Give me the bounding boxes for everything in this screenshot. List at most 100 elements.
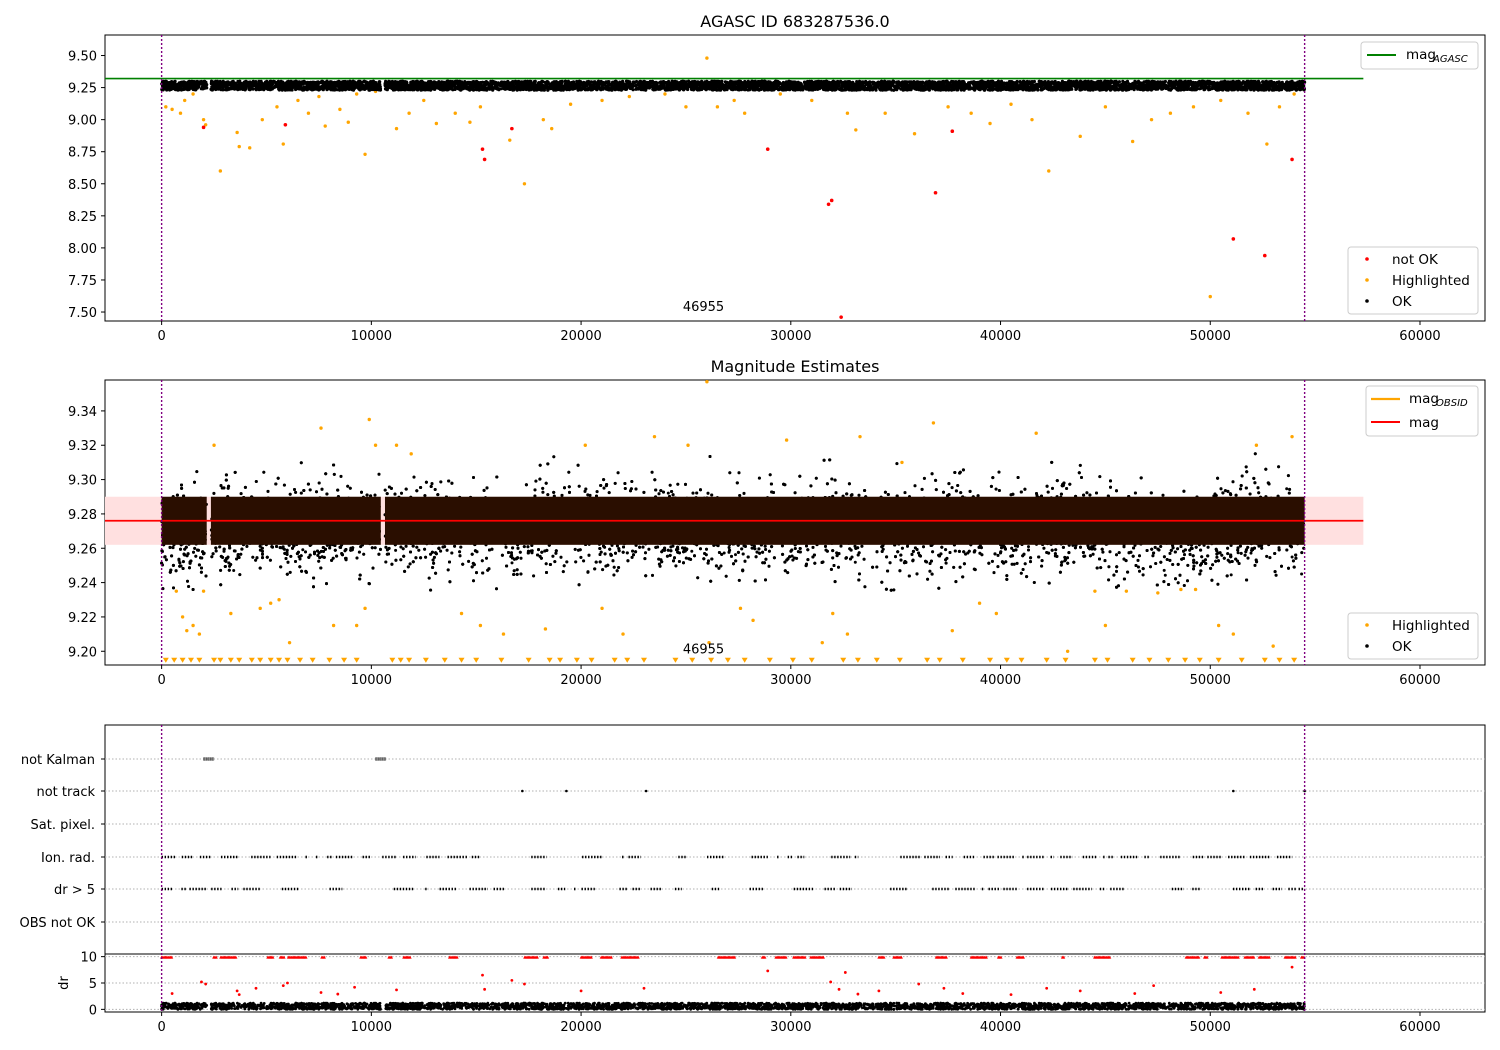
highlighted-point — [1103, 105, 1108, 109]
ok-point — [391, 88, 395, 92]
ok-point — [860, 86, 864, 90]
highlighted-point — [394, 126, 399, 131]
highlighted-point — [705, 56, 709, 60]
highlighted-point — [275, 105, 279, 109]
highlighted-point — [732, 98, 736, 103]
ok-point — [1117, 80, 1121, 84]
ok-point — [1179, 79, 1183, 83]
highlighted-point — [778, 92, 783, 96]
highlighted-point — [600, 98, 604, 103]
highlighted-point — [854, 128, 858, 132]
highlighted-point — [317, 94, 321, 99]
ok-point — [1220, 88, 1224, 92]
highlighted-point — [338, 107, 342, 112]
ok-point — [563, 79, 567, 83]
ok-point — [1032, 79, 1036, 84]
highlighted-point — [296, 98, 300, 103]
agasc-panel-marks — [105, 35, 1364, 321]
highlighted-point — [1265, 142, 1269, 146]
ok-point — [247, 87, 251, 91]
highlighted-point — [1208, 294, 1212, 299]
ok-point — [1076, 84, 1080, 88]
ok-point — [231, 79, 235, 83]
highlighted-point — [407, 111, 411, 115]
highlighted-point — [1292, 92, 1296, 96]
highlighted-point — [306, 111, 311, 115]
highlighted-point — [912, 132, 917, 136]
highlighted-point — [164, 105, 168, 109]
highlighted-point — [1078, 134, 1082, 139]
highlighted-point — [1030, 117, 1034, 122]
ok-point — [1067, 87, 1071, 91]
highlighted-point — [235, 130, 239, 135]
ok-point — [182, 87, 186, 91]
ok-point — [1042, 86, 1046, 91]
highlighted-point — [541, 117, 546, 122]
ok-point — [364, 85, 368, 89]
ok-point — [1189, 87, 1193, 91]
ok-point — [675, 80, 679, 84]
ok-point — [596, 79, 601, 83]
highlighted-point — [170, 107, 174, 112]
figure: AGASC ID 683287536.0 0 10000 20000 30000 400… — [20, 12, 1486, 1035]
highlighted-point — [453, 111, 457, 115]
highlighted-point — [684, 105, 688, 109]
ok-point — [231, 82, 235, 86]
highlighted-point — [178, 111, 183, 115]
highlighted-point — [810, 98, 814, 103]
highlighted-point — [182, 98, 187, 103]
ok-point — [1199, 84, 1203, 88]
highlighted-point — [1246, 111, 1250, 115]
highlighted-point — [218, 169, 223, 173]
ok-point — [905, 80, 909, 84]
highlighted-point — [1130, 139, 1135, 144]
highlighted-point — [191, 92, 195, 96]
ok-point — [696, 88, 700, 92]
ok-point — [990, 88, 995, 92]
highlighted-point — [346, 120, 350, 124]
highlighted-point — [663, 92, 667, 96]
ok-point — [1176, 84, 1180, 88]
highlighted-point — [988, 121, 992, 126]
highlighted-point — [1009, 102, 1013, 106]
ok-point — [236, 87, 240, 91]
ok-point — [1286, 80, 1290, 84]
ok-point — [1012, 86, 1016, 90]
highlighted-point — [260, 117, 264, 122]
ok-point — [333, 80, 337, 84]
ok-point — [515, 88, 519, 92]
ok-point — [571, 80, 576, 84]
ok-point — [720, 79, 724, 83]
highlighted-point — [1047, 169, 1051, 173]
ok-point — [830, 87, 834, 91]
ok-point — [1106, 86, 1110, 90]
ok-point — [345, 80, 349, 84]
ok-point — [1144, 79, 1148, 84]
ok-point — [991, 79, 995, 83]
ok-point — [277, 88, 281, 92]
agasc-panel-title: AGASC ID 683287536.0 — [700, 12, 889, 31]
p1-data — [105, 56, 1364, 319]
ok-point — [1287, 88, 1291, 92]
ok-point — [305, 88, 309, 92]
highlighted-point — [568, 102, 573, 106]
highlighted-point — [237, 144, 241, 149]
highlighted-point — [627, 94, 632, 99]
highlighted-point — [946, 105, 950, 109]
ok-point — [1039, 80, 1043, 84]
ok-point — [1079, 80, 1083, 84]
highlighted-point — [550, 126, 554, 131]
ok-point — [601, 87, 605, 91]
highlighted-point — [478, 105, 483, 109]
highlighted-point — [354, 92, 359, 96]
highlighted-point — [363, 152, 367, 156]
ok-point — [232, 87, 237, 91]
ok-point — [738, 80, 742, 84]
ok-point — [947, 85, 951, 89]
highlighted-point — [1277, 105, 1282, 109]
ok-point — [1108, 83, 1112, 87]
ok-point — [259, 79, 263, 83]
ok-point — [1100, 81, 1105, 85]
ok-point — [1074, 87, 1078, 91]
highlighted-point — [434, 121, 439, 126]
